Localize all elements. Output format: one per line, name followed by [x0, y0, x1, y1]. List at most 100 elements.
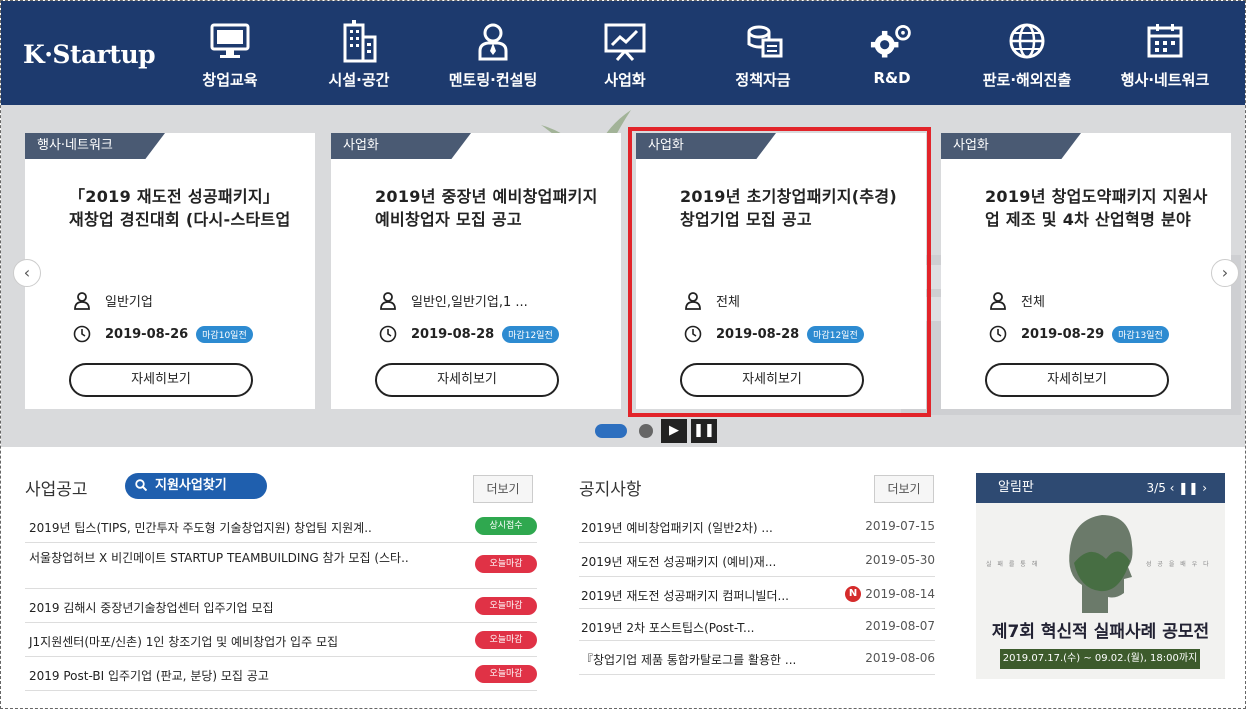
kstartup-logo[interactable]: K·Startup: [23, 37, 156, 71]
list-item[interactable]: 서울창업허브 X 비긴메이트 STARTUP TEAMBUILDING 참가 모…: [25, 543, 537, 589]
target-row: 전체: [989, 291, 1045, 310]
status-badge: 오늘마감: [475, 665, 537, 683]
deadline-date: 2019-08-26: [105, 326, 189, 342]
calendar-icon: [1143, 19, 1187, 63]
nav-label: 창업교육: [202, 71, 258, 89]
mentor-icon: [471, 19, 515, 63]
selection-highlight-box: [628, 127, 931, 417]
notice-item[interactable]: 2019년 재도전 성공패키지 컴퍼니빌더... N 2019-08-14: [579, 577, 935, 609]
money-icon: [741, 19, 785, 63]
featured-carousel: 행사·네트워크 「2019 재도전 성공패키지」 재창업 경진대회 (다시-스타…: [1, 105, 1245, 447]
notice-board-header: 알림판 3/5 ‹ ❚❚ ›: [976, 473, 1225, 503]
nav-policy-funds[interactable]: 정책자금: [718, 1, 808, 105]
carousel-card[interactable]: 행사·네트워크 「2019 재도전 성공패키지」 재창업 경진대회 (다시-스타…: [25, 133, 315, 409]
deadline-row: 2019-08-26 마감10일전: [73, 325, 253, 343]
list-item[interactable]: 2019년 팁스(TIPS, 민간투자 주도형 기술창업지원) 창업팀 지원계.…: [25, 511, 537, 543]
logo-text: K·Startup: [23, 39, 156, 69]
banner-side-text-left: 실 패 를 통 해: [986, 561, 1040, 568]
new-badge: N: [845, 586, 861, 602]
nav-commercialization[interactable]: 사업화: [585, 1, 665, 105]
notices-more-button[interactable]: 더보기: [874, 475, 934, 503]
building-icon: [337, 19, 381, 63]
find-support-button[interactable]: 지원사업찾기: [125, 473, 267, 499]
notice-text[interactable]: 2019년 2차 포스트팁스(Post-T...: [581, 619, 754, 636]
deadline-row: 2019-08-28 마감12일전: [379, 325, 559, 343]
list-item[interactable]: 2019 Post-BI 입주기업 (판교, 분당) 모집 공고 오늘마감: [25, 657, 537, 691]
nav-label: 시설·공간: [328, 71, 390, 89]
nav-rnd[interactable]: R&D: [852, 1, 932, 105]
monitor-icon: [208, 19, 252, 63]
nav-startup-education[interactable]: 창업교육: [185, 1, 275, 105]
notice-board-banner[interactable]: 알림판 3/5 ‹ ❚❚ › 실 패 를 통 해 성 공 을 배 우 다 제7회…: [976, 473, 1225, 679]
pagination-dot[interactable]: [639, 424, 653, 438]
dday-badge: 마감13일전: [1112, 325, 1169, 343]
nav-facilities-space[interactable]: 시설·공간: [314, 1, 404, 105]
person-icon: [74, 291, 90, 310]
card-title[interactable]: 2019년 창업도약패키지 지원사업 제조 및 4차 산업혁명 분야: [985, 185, 1215, 231]
list-item-text[interactable]: 2019 김해시 중장년기술창업센터 입주기업 모집: [29, 599, 274, 616]
nav-label: R&D: [873, 69, 911, 87]
carousel-pagination: ▶ ❚❚: [595, 419, 717, 443]
top-navigation-bar: K·Startup 창업교육 시설·공간 멘토링·컨설팅 사업화 정책자금 R&…: [1, 1, 1245, 105]
target-row: 일반인,일반기업,1 ...: [379, 291, 528, 310]
find-support-label: 지원사업찾기: [155, 478, 227, 493]
gears-icon: [870, 19, 914, 63]
clock-icon: [379, 325, 397, 343]
person-icon: [380, 291, 396, 310]
banner-period: 2019.07.17.(수) ~ 09.02.(월), 18:00까지: [1000, 649, 1200, 669]
nav-label: 정책자금: [735, 71, 791, 89]
detail-button[interactable]: 자세히보기: [375, 363, 559, 397]
list-item[interactable]: J1지원센터(마포/신촌) 1인 창조기업 및 예비창업가 입주 모집 오늘마감: [25, 623, 537, 657]
pause-button[interactable]: ❚❚: [691, 419, 717, 443]
status-badge: 상시접수: [475, 517, 537, 535]
play-button[interactable]: ▶: [661, 419, 687, 443]
notice-text[interactable]: 『창업기업 제품 통합카탈로그를 활용한 ...: [581, 651, 796, 668]
notice-board-pager[interactable]: 3/5 ‹ ❚❚ ›: [1147, 473, 1207, 503]
list-item-text[interactable]: 2019 Post-BI 입주기업 (판교, 분당) 모집 공고: [29, 667, 269, 684]
notice-date: 2019-08-14: [865, 587, 935, 601]
target-row: 일반기업: [73, 291, 153, 310]
notice-item[interactable]: 『창업기업 제품 통합카탈로그를 활용한 ... 2019-08-06: [579, 641, 935, 675]
carousel-card[interactable]: 사업화 2019년 창업도약패키지 지원사업 제조 및 4차 산업혁명 분야 전…: [941, 133, 1231, 409]
notice-date: 2019-08-07: [865, 619, 935, 633]
category-tag: 사업화: [941, 133, 1081, 159]
notice-item[interactable]: 2019년 예비창업패키지 (일반2차) ... 2019-07-15: [579, 511, 935, 543]
carousel-prev-button[interactable]: ‹: [13, 259, 41, 287]
notice-board-title: 알림판: [998, 480, 1034, 495]
carousel-next-button[interactable]: ›: [1211, 259, 1239, 287]
clock-icon: [73, 325, 91, 343]
notice-date: 2019-05-30: [865, 553, 935, 567]
dday-badge: 마감12일전: [502, 325, 559, 343]
list-item-text[interactable]: 서울창업허브 X 비긴메이트 STARTUP TEAMBUILDING 참가 모…: [29, 551, 439, 566]
notice-item[interactable]: 2019년 2차 포스트팁스(Post-T... 2019-08-07: [579, 609, 935, 641]
deadline-row: 2019-08-29 마감13일전: [989, 325, 1169, 343]
nav-label: 사업화: [604, 71, 646, 89]
notice-text[interactable]: 2019년 재도전 성공패키지 컴퍼니빌더...: [581, 587, 789, 604]
card-title[interactable]: 「2019 재도전 성공패키지」 재창업 경진대회 (다시-스타트업: [69, 185, 299, 231]
status-badge: 오늘마감: [475, 631, 537, 649]
nav-label: 행사·네트워크: [1120, 71, 1210, 89]
notice-text[interactable]: 2019년 예비창업패키지 (일반2차) ...: [581, 519, 773, 536]
nav-events-network[interactable]: 행사·네트워크: [1100, 1, 1230, 105]
card-title[interactable]: 2019년 중장년 예비창업패키지 예비창업자 모집 공고: [375, 185, 605, 231]
carousel-card[interactable]: 사업화 2019년 중장년 예비창업패키지 예비창업자 모집 공고 일반인,일반…: [331, 133, 621, 409]
category-tag: 행사·네트워크: [25, 133, 165, 159]
list-item-text[interactable]: 2019년 팁스(TIPS, 민간투자 주도형 기술창업지원) 창업팀 지원계.…: [29, 519, 449, 536]
status-badge: 오늘마감: [475, 597, 537, 615]
list-item-text[interactable]: J1지원센터(마포/신촌) 1인 창조기업 및 예비창업가 입주 모집: [29, 633, 338, 650]
business-announcements-title: 사업공고: [25, 480, 88, 500]
detail-button[interactable]: 자세히보기: [985, 363, 1169, 397]
pagination-dot-active[interactable]: [595, 424, 627, 438]
target-text: 일반인,일반기업,1 ...: [411, 295, 528, 310]
business-more-button[interactable]: 더보기: [473, 475, 533, 503]
category-tag: 사업화: [331, 133, 471, 159]
presentation-chart-icon: [603, 19, 647, 63]
nav-sales-overseas[interactable]: 판로·해외진출: [967, 1, 1087, 105]
head-silhouette-image: [1069, 515, 1133, 613]
notice-item[interactable]: 2019년 재도전 성공패키지 (예비)재... 2019-05-30: [579, 543, 935, 577]
notice-text[interactable]: 2019년 재도전 성공패키지 (예비)재...: [581, 553, 776, 570]
detail-button[interactable]: 자세히보기: [69, 363, 253, 397]
list-item[interactable]: 2019 김해시 중장년기술창업센터 입주기업 모집 오늘마감: [25, 589, 537, 623]
business-list: 2019년 팁스(TIPS, 민간투자 주도형 기술창업지원) 창업팀 지원계.…: [25, 511, 537, 691]
nav-mentoring-consulting[interactable]: 멘토링·컨설팅: [433, 1, 553, 105]
